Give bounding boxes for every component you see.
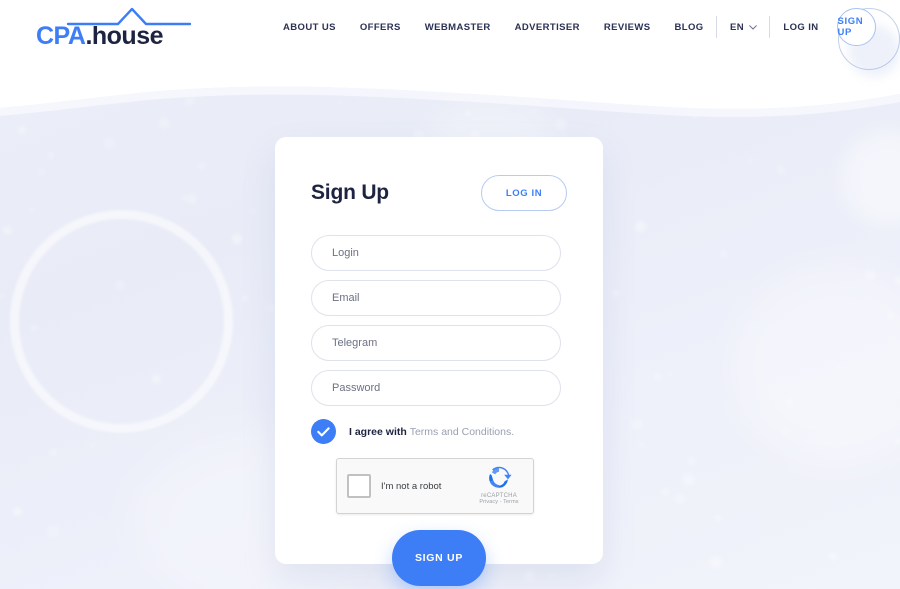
page-title: Sign Up [311, 181, 389, 204]
decorative-dot [115, 279, 125, 289]
header-signup-button[interactable]: SIGN UP [836, 8, 876, 46]
decorative-dot [264, 303, 275, 314]
decorative-dot [2, 225, 13, 236]
card-login-button[interactable]: LOG IN [481, 175, 567, 211]
decorative-dot [682, 474, 695, 487]
decorative-dot [631, 418, 643, 430]
terms-agreement-row: I agree with Terms and Conditions. [311, 419, 567, 444]
decorative-dot [782, 429, 788, 434]
logo-text: CPA.house [36, 24, 164, 49]
nav-about-us[interactable]: ABOUT US [283, 22, 336, 33]
house-roof-icon [66, 7, 192, 26]
main-navigation: ABOUT US OFFERS WEBMASTER ADVERTISER REV… [283, 22, 704, 33]
recaptcha-checkbox[interactable] [347, 474, 371, 498]
language-selector-value: EN [729, 21, 744, 33]
decorative-dot [231, 233, 243, 245]
recaptcha-widget[interactable]: I'm not a robot reCAPTCHA Privacy - Term… [336, 458, 534, 514]
decorative-dot [12, 506, 23, 517]
decorative-dot [90, 443, 96, 449]
decorative-dot [29, 207, 35, 213]
telegram-input[interactable] [311, 325, 561, 361]
decorative-dot [662, 488, 670, 496]
nav-offers[interactable]: OFFERS [360, 22, 401, 33]
login-input[interactable] [311, 235, 561, 271]
email-input[interactable] [311, 280, 561, 316]
decorative-dot [720, 250, 728, 258]
decorative-dot [778, 166, 783, 170]
terms-agreement-text: I agree with [349, 425, 407, 438]
decorative-dot [0, 294, 4, 299]
site-header: CPA.house ABOUT US OFFERS WEBMASTER ADVE… [0, 0, 900, 54]
nav-reviews[interactable]: REVIEWS [604, 22, 651, 33]
decorative-dot [62, 228, 67, 234]
decorative-dot [865, 270, 876, 281]
decorative-dot [198, 161, 207, 170]
decorative-dot [785, 396, 796, 407]
language-selector[interactable]: EN [730, 22, 757, 33]
decorative-dot [714, 514, 721, 521]
terms-agreement-label: I agree with Terms and Conditions. [349, 426, 514, 438]
check-icon [317, 426, 330, 436]
decorative-dot [48, 153, 53, 158]
decorative-dot [711, 413, 715, 418]
site-logo[interactable]: CPA.house [36, 7, 192, 49]
recaptcha-logo-icon [489, 466, 512, 488]
decorative-dot [687, 457, 696, 465]
decorative-dot [709, 556, 722, 569]
recaptcha-branding: reCAPTCHA Privacy - Terms [472, 464, 526, 505]
decorative-dot [652, 372, 662, 382]
card-header: Sign Up LOG IN [311, 175, 567, 211]
decorative-dot [639, 443, 644, 448]
decorative-dot [634, 221, 646, 233]
signup-card: Sign Up LOG IN I agree with Terms and Co… [275, 137, 603, 586]
terms-checkbox[interactable] [311, 419, 336, 444]
decorative-dot [748, 158, 753, 163]
decorative-dot [242, 295, 248, 301]
password-input[interactable] [311, 370, 561, 406]
terms-and-conditions-link[interactable]: Terms and Conditions. [410, 426, 514, 438]
nav-webmaster[interactable]: WEBMASTER [425, 22, 491, 33]
nav-advertiser[interactable]: ADVERTISER [515, 22, 580, 33]
nav-blog[interactable]: BLOG [675, 22, 704, 33]
decorative-dot [37, 168, 45, 176]
decorative-dot [893, 436, 900, 446]
submit-row: SIGN UP [311, 530, 567, 586]
decorative-dot [886, 312, 893, 319]
decorative-dot [828, 552, 837, 561]
header-login-link[interactable]: LOG IN [783, 22, 818, 33]
decorative-dot [50, 448, 58, 456]
decorative-dot [48, 526, 59, 538]
decorative-dot [836, 363, 843, 371]
chevron-down-icon [749, 24, 757, 30]
decorative-dot [250, 208, 256, 214]
signup-submit-button[interactable]: SIGN UP [392, 530, 486, 586]
recaptcha-label: I'm not a robot [381, 480, 442, 492]
decorative-dot [895, 276, 900, 287]
decorative-dot [612, 290, 620, 298]
decorative-dot [30, 324, 38, 332]
page-root: CPA.house ABOUT US OFFERS WEBMASTER ADVE… [0, 0, 900, 589]
decorative-dot [667, 372, 673, 377]
decorative-dot [675, 493, 686, 505]
decorative-dot [186, 193, 198, 205]
recaptcha-privacy-terms[interactable]: Privacy - Terms [472, 499, 526, 505]
decorative-dot [151, 374, 162, 385]
